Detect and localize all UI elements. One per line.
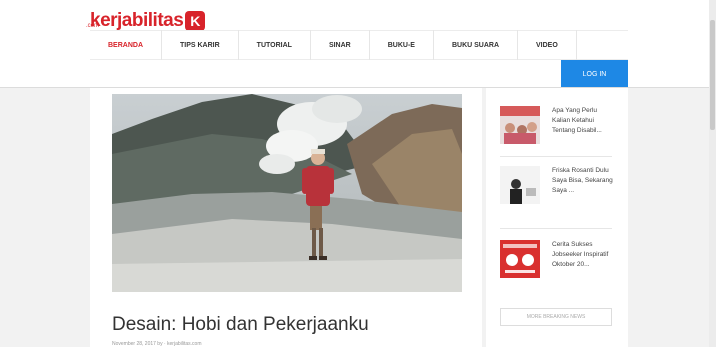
more-breaking-news-button[interactable]: MORE BREAKING NEWS (500, 308, 612, 326)
sidebar-divider (500, 228, 612, 229)
logo-domain: .com (86, 23, 100, 29)
nav-item-tips-karir[interactable]: TIPS KARIR (162, 30, 239, 60)
sidebar-news-title: Cerita Sukses Jobseeker Inspiratif Oktob… (552, 241, 609, 268)
login-button[interactable]: LOG IN (561, 60, 628, 88)
article-title[interactable]: Desain: Hobi dan Pekerjaanku (112, 314, 369, 336)
sidebar-news: Apa Yang Perlu Kalian Ketahui Tentang Di… (486, 88, 628, 347)
main-nav: BERANDA TIPS KARIR TUTORIAL SINAR BUKU-E BUKU… (90, 30, 577, 60)
article-meta: November 28, 2017 by · kerjabilitas.com (112, 341, 202, 347)
hero-photo (112, 94, 462, 292)
sidebar-divider (500, 156, 612, 157)
nav-item-sinar[interactable]: SINAR (311, 30, 370, 60)
site-header: kerjabilitas K .com BERANDA TIPS KARIR TUT… (0, 0, 716, 88)
logo-mark-icon: K (185, 11, 206, 31)
nav-item-video[interactable]: VIDEO (518, 30, 577, 60)
article-hero-image[interactable] (112, 94, 462, 292)
scrollbar-thumb[interactable] (710, 20, 715, 130)
poster-thumbnail-icon (500, 240, 540, 278)
article-card (90, 88, 482, 347)
sidebar-news-title: Apa Yang Perlu Kalian Ketahui Tentang Di… (552, 107, 602, 134)
site-logo[interactable]: kerjabilitas K (90, 10, 206, 32)
sidebar-news-title: Friska Rosanti Dulu Saya Bisa, Sekarang … (552, 167, 613, 194)
group-photo-thumbnail-icon (500, 106, 540, 144)
nav-item-tutorial[interactable]: TUTORIAL (239, 30, 311, 60)
logo-wordmark: kerjabilitas (90, 10, 184, 31)
portrait-thumbnail-icon (500, 166, 540, 204)
nav-item-buku-suara[interactable]: BUKU SUARA (434, 30, 519, 60)
nav-item-beranda[interactable]: BERANDA (90, 30, 162, 60)
nav-item-buku-e[interactable]: BUKU-E (370, 30, 434, 60)
